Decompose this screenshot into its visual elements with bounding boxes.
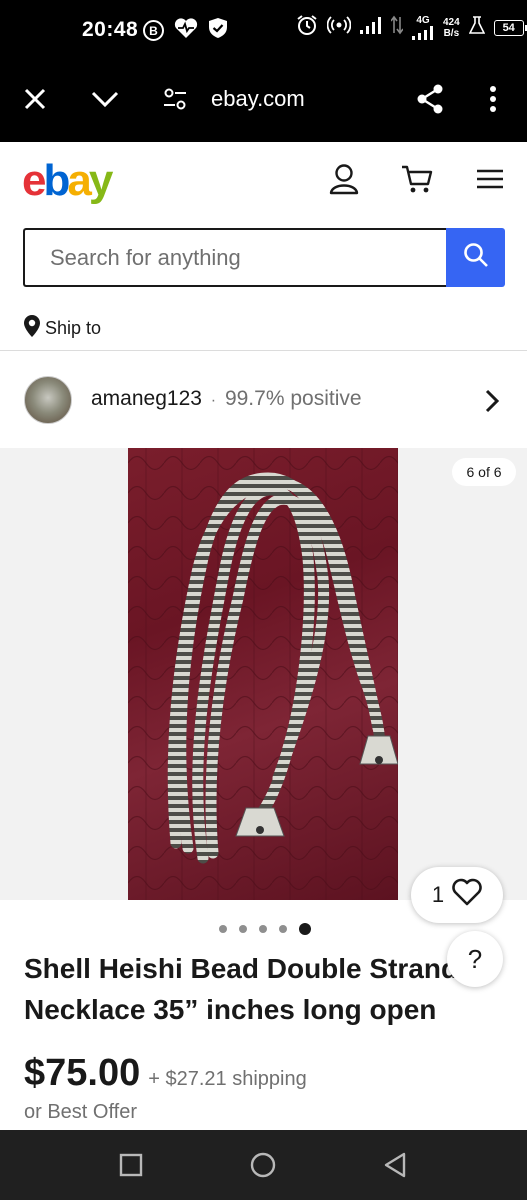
logo-letter-b: b	[43, 156, 70, 205]
recents-icon[interactable]	[118, 1152, 144, 1178]
ebay-logo[interactable]: ebay	[22, 156, 114, 206]
cart-icon[interactable]	[400, 162, 434, 196]
item-price: $75.00	[24, 1052, 141, 1094]
share-icon[interactable]	[415, 84, 445, 114]
home-icon[interactable]	[250, 1152, 276, 1178]
seller-separator: ·	[210, 392, 217, 409]
back-icon[interactable]	[382, 1152, 408, 1178]
android-nav-bar	[0, 1130, 527, 1200]
status-time: 20:48	[82, 18, 139, 41]
hotspot-icon	[326, 15, 352, 40]
shipping-cost: + $27.21 shipping	[148, 1068, 307, 1090]
item-title-line1: Shell Heishi Bead Double Strand	[24, 953, 459, 984]
browser-toolbar: ebay.com	[0, 58, 527, 142]
status-icons-right: 4G 424 B/s 54	[296, 14, 527, 41]
image-counter: 6 of 6	[452, 458, 516, 486]
watch-button[interactable]: 1	[411, 867, 503, 923]
speed-unit: B/s	[443, 27, 460, 39]
watch-count: 1	[431, 882, 445, 907]
flask-icon	[468, 15, 485, 40]
location-pin-icon	[23, 314, 41, 343]
pagination-dot-active[interactable]	[299, 923, 311, 935]
network-type: 4G	[416, 15, 430, 26]
product-photo[interactable]	[128, 448, 398, 900]
close-icon[interactable]	[20, 84, 50, 114]
logo-letter-a: a	[67, 156, 92, 205]
menu-icon[interactable]	[473, 162, 507, 196]
speed-indicator: 424 B/s	[443, 17, 460, 39]
heart-icon	[452, 878, 482, 912]
chevron-down-icon[interactable]	[90, 84, 120, 114]
shield-check-icon	[208, 17, 228, 44]
status-bar: 20:48 B 4G 424 B/s 54	[0, 0, 527, 58]
price-row: $75.00 + $27.21 shipping	[24, 1052, 307, 1095]
image-pagination	[219, 923, 311, 935]
ship-to-label: Ship to	[45, 318, 102, 338]
seller-name: amaneg123	[91, 387, 202, 410]
site-settings-icon[interactable]	[160, 84, 190, 114]
pagination-dot[interactable]	[219, 925, 227, 933]
pagination-dot[interactable]	[279, 925, 287, 933]
logo-letter-y: y	[88, 156, 114, 205]
search-bar: Search for anything	[23, 228, 505, 287]
best-offer-text: or Best Offer	[24, 1101, 138, 1123]
seller-info: amaneg123 · 99.7% positive	[91, 387, 362, 411]
user-account-icon[interactable]	[327, 162, 361, 196]
pagination-dot[interactable]	[259, 925, 267, 933]
necklace-illustration	[128, 448, 398, 900]
speed-value: 424	[443, 16, 460, 28]
chevron-right-icon	[480, 388, 504, 414]
network-indicator: 4G	[412, 15, 434, 40]
heart-monitor-icon	[174, 17, 198, 44]
data-arrows-icon	[390, 15, 404, 40]
item-title: Shell Heishi Bead Double Strand Necklace…	[24, 948, 504, 1030]
seller-row[interactable]: amaneg123 · 99.7% positive	[0, 351, 527, 448]
ebay-header: ebay	[0, 142, 527, 222]
image-gallery[interactable]: 6 of 6	[0, 448, 527, 900]
seller-feedback: 99.7% positive	[224, 387, 362, 410]
battery-icon: 54	[493, 19, 527, 36]
help-button[interactable]: ?	[447, 931, 503, 987]
status-icons-left: B	[143, 17, 228, 44]
search-icon	[463, 242, 489, 273]
alarm-icon	[296, 14, 318, 41]
url-text[interactable]: ebay.com	[211, 86, 305, 112]
b-badge-icon: B	[143, 20, 164, 41]
ship-to-link[interactable]: Ship to	[23, 314, 101, 343]
search-button[interactable]	[446, 228, 505, 287]
pagination-dot[interactable]	[239, 925, 247, 933]
logo-letter-e: e	[22, 156, 47, 205]
signal-icon	[360, 16, 382, 39]
item-title-line2: Necklace 35” inches long open	[24, 994, 437, 1025]
more-vertical-icon[interactable]	[478, 84, 508, 114]
search-input[interactable]: Search for anything	[23, 228, 446, 287]
seller-avatar	[24, 376, 72, 424]
